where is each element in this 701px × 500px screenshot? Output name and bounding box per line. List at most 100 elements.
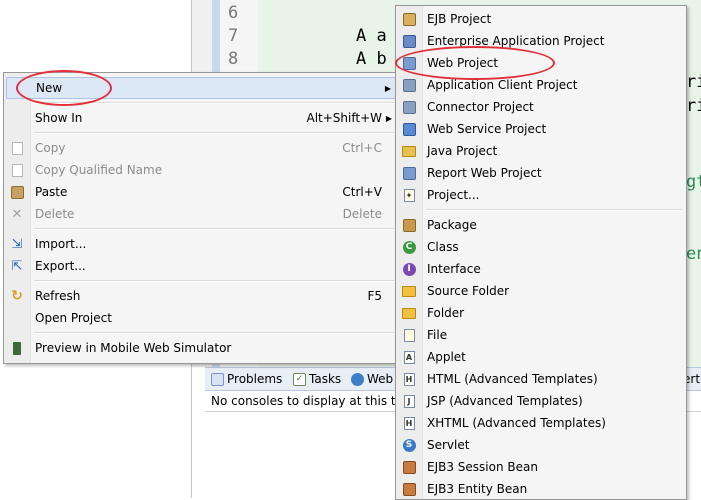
menu-item-label: Delete [35, 207, 75, 221]
menu-item-import[interactable]: ⇲ Import... [6, 233, 396, 255]
web-service-icon [401, 121, 417, 137]
source-folder-icon [401, 283, 417, 299]
menu-item-report-web-project[interactable]: Report Web Project [398, 162, 684, 184]
connector-project-icon [401, 99, 417, 115]
menu-item-web-project[interactable]: Web Project [398, 52, 684, 74]
application-client-icon [401, 77, 417, 93]
tasks-icon: ✓ [293, 372, 306, 386]
menu-item-label: Copy Qualified Name [35, 163, 163, 177]
menu-item-label: Folder [427, 306, 465, 320]
menu-item-application-client-project[interactable]: Application Client Project [398, 74, 684, 96]
menu-item-label: EJB3 Session Bean [427, 460, 538, 474]
web-project-icon [401, 55, 417, 71]
menu-item-refresh[interactable]: ↻ Refresh F5 [6, 285, 396, 307]
menu-separator [34, 228, 394, 230]
menu-item-file[interactable]: File [398, 324, 684, 346]
menu-item-label: Java Project [427, 144, 498, 158]
menu-item-xhtml[interactable]: H XHTML (Advanced Templates) [398, 412, 684, 434]
applet-icon: A [401, 349, 417, 365]
enterprise-application-icon [401, 33, 417, 49]
menu-item-label: Copy [35, 141, 66, 155]
menu-item-label: Package [427, 218, 477, 232]
code-line: A a [356, 26, 387, 46]
menu-item-interface[interactable]: I Interface [398, 258, 684, 280]
menu-item-label: Servlet [427, 438, 470, 452]
menu-item-label: Application Client Project [427, 78, 578, 92]
menu-shortcut: Delete [342, 207, 382, 221]
menu-item-package[interactable]: Package [398, 214, 684, 236]
refresh-icon: ↻ [11, 288, 23, 304]
menu-item-open-project[interactable]: Open Project [6, 307, 396, 329]
menu-item-class[interactable]: C Class [398, 236, 684, 258]
menu-item-preview-mobile[interactable]: Preview in Mobile Web Simulator [6, 337, 396, 359]
code-line: A b [356, 49, 387, 69]
menu-item-label: Enterprise Application Project [427, 34, 605, 48]
tab-web-browser[interactable]: Web [351, 371, 393, 387]
menu-item-html[interactable]: H HTML (Advanced Templates) [398, 368, 684, 390]
report-web-icon [401, 165, 417, 181]
menu-item-ejb-project[interactable]: EJB Project [398, 8, 684, 30]
mobile-simulator-icon [9, 340, 25, 356]
menu-item-jsp[interactable]: J JSP (Advanced Templates) [398, 390, 684, 412]
menu-item-label: Connector Project [427, 100, 534, 114]
menu-item-label: Preview in Mobile Web Simulator [35, 341, 232, 355]
menu-item-enterprise-application-project[interactable]: Enterprise Application Project [398, 30, 684, 52]
menu-item-show-in[interactable]: Show In Alt+Shift+W ▶ [6, 107, 396, 129]
web-browser-icon [351, 372, 364, 386]
copy-icon [9, 140, 25, 156]
menu-shortcut: Ctrl+C [342, 141, 382, 155]
code-fragment: ri [686, 72, 701, 92]
menu-item-connector-project[interactable]: Connector Project [398, 96, 684, 118]
menu-item-new[interactable]: New ▶ [6, 77, 396, 99]
tab-problems[interactable]: Problems [211, 371, 282, 387]
menu-item-copy-qualified-name[interactable]: Copy Qualified Name [6, 159, 396, 181]
menu-item-label: New [36, 81, 63, 95]
problems-icon [211, 372, 224, 386]
paste-icon [9, 184, 25, 200]
menu-item-ejb3-entity-bean[interactable]: EJB3 Entity Bean [398, 478, 684, 500]
menu-item-web-service-project[interactable]: Web Service Project [398, 118, 684, 140]
line-number: 6 [228, 3, 239, 23]
tab-tasks[interactable]: ✓ Tasks [293, 371, 341, 387]
menu-item-folder[interactable]: Folder [398, 302, 684, 324]
menu-separator [34, 280, 394, 282]
menu-item-label: EJB Project [427, 12, 492, 26]
menu-item-paste[interactable]: Paste Ctrl+V [6, 181, 396, 203]
xhtml-icon: H [401, 415, 417, 431]
interface-icon: I [401, 261, 417, 277]
menu-item-label: Interface [427, 262, 481, 276]
servlet-icon: S [401, 437, 417, 453]
menu-item-project[interactable]: ✦ Project... [398, 184, 684, 206]
menu-item-ejb3-session-bean[interactable]: EJB3 Session Bean [398, 456, 684, 478]
menu-separator [34, 132, 394, 134]
code-fragment: ri [686, 96, 701, 116]
menu-item-servlet[interactable]: S Servlet [398, 434, 684, 456]
ejb3-session-bean-icon [401, 459, 417, 475]
import-icon: ⇲ [11, 236, 23, 252]
menu-item-label: JSP (Advanced Templates) [427, 394, 583, 408]
menu-item-label: Export... [35, 259, 86, 273]
java-project-icon [401, 143, 417, 159]
tab-label: Problems [227, 372, 283, 386]
menu-item-label: Web Project [427, 56, 499, 70]
line-number: 7 [228, 26, 239, 46]
line-number: 8 [228, 49, 239, 69]
menu-item-java-project[interactable]: Java Project [398, 140, 684, 162]
menu-item-label: Web Service Project [427, 122, 547, 136]
menu-item-copy[interactable]: Copy Ctrl+C [6, 137, 396, 159]
console-empty-message: No consoles to display at this ti [211, 394, 399, 408]
menu-item-applet[interactable]: A Applet [398, 346, 684, 368]
menu-item-export[interactable]: ⇱ Export... [6, 255, 396, 277]
code-fragment: gt [686, 172, 701, 192]
context-menu: New ▶ Show In Alt+Shift+W ▶ Copy Ctrl+C … [3, 72, 399, 364]
menu-item-label: Refresh [35, 289, 81, 303]
submenu-arrow-icon: ▶ [385, 113, 392, 123]
copy-qualified-name-icon [9, 162, 25, 178]
menu-item-delete[interactable]: ✕ Delete Delete [6, 203, 396, 225]
folder-icon [401, 305, 417, 321]
submenu-arrow-icon: ▶ [384, 83, 391, 93]
menu-separator [426, 209, 682, 211]
html-icon: H [401, 371, 417, 387]
menu-shortcut: F5 [367, 289, 382, 303]
menu-item-source-folder[interactable]: Source Folder [398, 280, 684, 302]
